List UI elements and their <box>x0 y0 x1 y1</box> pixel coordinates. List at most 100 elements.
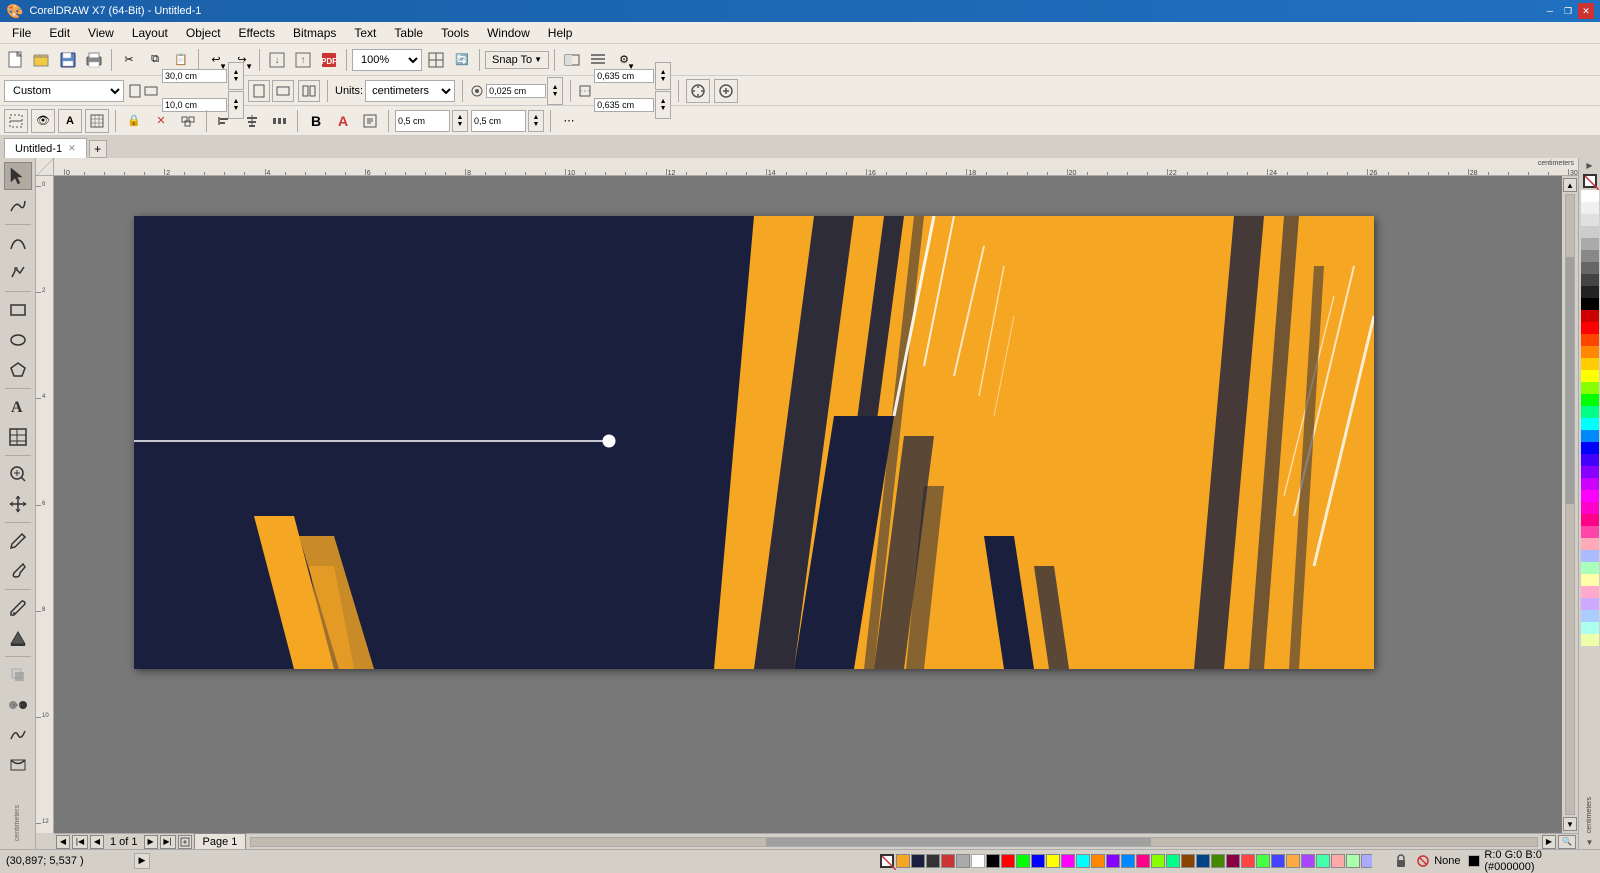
select-tool-button[interactable] <box>4 162 32 190</box>
palette-lilac[interactable] <box>1361 854 1372 868</box>
color-swatch[interactable] <box>1581 502 1599 514</box>
brush-tool-button[interactable] <box>4 557 32 585</box>
new-button[interactable] <box>4 48 28 72</box>
palette-pink2[interactable] <box>1331 854 1345 868</box>
scroll-start-button[interactable]: |◀ <box>72 835 88 849</box>
object-type-select[interactable]: Custom <box>4 80 124 102</box>
color-swatch[interactable] <box>1581 430 1599 442</box>
minimize-button[interactable]: ─ <box>1542 3 1558 19</box>
palette-orange2[interactable] <box>1091 854 1105 868</box>
h-scroll-thumb[interactable] <box>766 838 1152 846</box>
palette-orange[interactable] <box>896 854 910 868</box>
menu-layout[interactable]: Layout <box>124 24 176 42</box>
distort-tool-button[interactable] <box>4 721 32 749</box>
blend-tool-button[interactable] <box>4 691 32 719</box>
scroll-prev-page-button[interactable]: ◀ <box>90 835 104 849</box>
color-red[interactable] <box>1581 322 1599 334</box>
scroll-right-button[interactable]: ▶ <box>1542 835 1556 849</box>
scroll-add-page-button[interactable] <box>178 835 192 849</box>
dim-h-input[interactable] <box>594 98 654 112</box>
bezier-tool-button[interactable] <box>4 229 32 257</box>
color-purple[interactable] <box>1581 466 1599 478</box>
menu-table[interactable]: Table <box>386 24 431 42</box>
canvas-viewport[interactable] <box>54 176 1562 833</box>
nudge-x-spinner[interactable]: ▲▼ <box>547 77 563 105</box>
color-swatch[interactable] <box>1581 382 1599 394</box>
distribute-btn[interactable] <box>267 109 291 133</box>
bold-text-btn[interactable]: B <box>304 109 328 133</box>
ellipse-tool-button[interactable] <box>4 326 32 354</box>
tab-close-icon[interactable]: ✕ <box>68 143 76 154</box>
rectangle-tool-button[interactable] <box>4 296 32 324</box>
print-button[interactable] <box>82 48 106 72</box>
palette-blue[interactable] <box>1031 854 1045 868</box>
tab-untitled1[interactable]: Untitled-1 ✕ <box>4 138 87 158</box>
color-swatch[interactable] <box>1581 226 1599 238</box>
view-btn[interactable]: 👁 <box>31 109 55 133</box>
freehand-tool-button[interactable] <box>4 192 32 220</box>
align-left-btn[interactable] <box>213 109 237 133</box>
color-green[interactable] <box>1581 394 1599 406</box>
palette-red2[interactable] <box>1001 854 1015 868</box>
open-button[interactable] <box>30 48 54 72</box>
eyedropper-tool-button[interactable] <box>4 594 32 622</box>
options-button[interactable]: ⚙▼ <box>612 48 636 72</box>
envelope-tool-button[interactable] <box>4 751 32 779</box>
color-yellow[interactable] <box>1581 370 1599 382</box>
palette-green[interactable] <box>1016 854 1030 868</box>
pos-x-input[interactable] <box>395 110 450 132</box>
polygon-tool-button[interactable] <box>4 356 32 384</box>
color-swatch[interactable] <box>1581 214 1599 226</box>
undo-button[interactable]: ↩▼ <box>204 48 228 72</box>
palette-lightgreen[interactable] <box>1256 854 1270 868</box>
snap-to-button[interactable]: Snap To ▼ <box>485 51 549 69</box>
add-tab-button[interactable]: + <box>89 140 107 158</box>
color-swatch[interactable] <box>1581 610 1599 622</box>
v-scroll-track[interactable] <box>1565 194 1575 815</box>
v-scroll-thumb[interactable] <box>1566 257 1574 505</box>
palette-mint[interactable] <box>1166 854 1180 868</box>
zoom-status-button[interactable]: 🔍 <box>1558 835 1576 849</box>
color-cyan[interactable] <box>1581 418 1599 430</box>
menu-bitmaps[interactable]: Bitmaps <box>285 24 344 42</box>
add-page-button[interactable] <box>714 79 738 103</box>
color-swatch[interactable] <box>1581 274 1599 286</box>
color-swatch[interactable] <box>1581 202 1599 214</box>
color-swatch[interactable] <box>1581 250 1599 262</box>
palette-aqua[interactable] <box>1316 854 1330 868</box>
color-swatch[interactable] <box>1581 406 1599 418</box>
palette-red[interactable] <box>941 854 955 868</box>
menu-tools[interactable]: Tools <box>433 24 477 42</box>
color-swatch[interactable] <box>1581 514 1599 526</box>
scroll-end-button[interactable]: ▶| <box>160 835 176 849</box>
no-fill-swatch[interactable] <box>880 854 894 868</box>
color-swatch[interactable] <box>1581 262 1599 274</box>
page-1-tab[interactable]: Page 1 <box>194 833 247 850</box>
palette-salmon[interactable] <box>1241 854 1255 868</box>
export-button[interactable]: ↑ <box>291 48 315 72</box>
delete-btn[interactable]: ✕ <box>149 109 173 133</box>
right-scroll-down-button[interactable]: ▼ <box>1583 835 1597 849</box>
menu-effects[interactable]: Effects <box>231 24 283 42</box>
palette-olive[interactable] <box>1211 854 1225 868</box>
palette-magenta[interactable] <box>1061 854 1075 868</box>
h-scroll-track[interactable] <box>250 837 1538 847</box>
zoom-fit-button[interactable] <box>424 48 448 72</box>
redo-button[interactable]: ↪▼ <box>230 48 254 72</box>
play-button[interactable]: ▶ <box>134 853 150 869</box>
menu-help[interactable]: Help <box>540 24 581 42</box>
color-swatch[interactable] <box>1581 550 1599 562</box>
more-options-btn[interactable]: ⋯ <box>557 109 581 133</box>
color-magenta[interactable] <box>1581 490 1599 502</box>
palette-gray[interactable] <box>956 854 970 868</box>
units-select[interactable]: centimetersinchespixels <box>365 80 455 102</box>
align-center-btn[interactable] <box>240 109 264 133</box>
palette-blue2[interactable] <box>1121 854 1135 868</box>
menu-text[interactable]: Text <box>346 24 384 42</box>
color-black[interactable] <box>1581 298 1599 310</box>
color-swatch[interactable] <box>1581 358 1599 370</box>
menu-object[interactable]: Object <box>178 24 229 42</box>
color-swatch[interactable] <box>1581 286 1599 298</box>
palette-lavender[interactable] <box>1301 854 1315 868</box>
scroll-left-button[interactable]: ◀ <box>56 835 70 849</box>
